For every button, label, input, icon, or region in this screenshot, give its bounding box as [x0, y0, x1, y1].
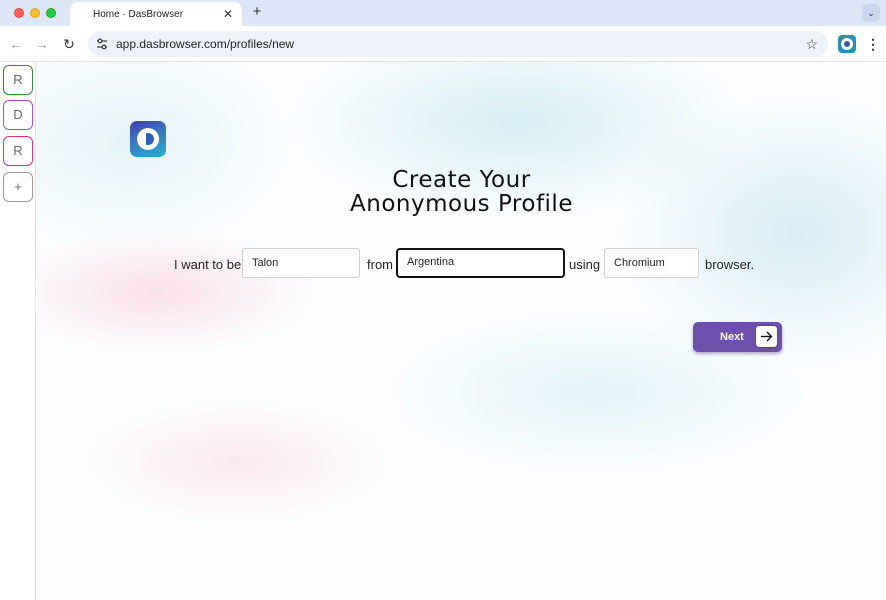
- next-button-label: Next: [720, 331, 744, 343]
- browser-menu-button[interactable]: ⋮: [866, 34, 880, 54]
- minimize-window-button[interactable]: [30, 8, 40, 18]
- country-input[interactable]: Argentina: [396, 248, 565, 278]
- tab-title: Home · DasBrowser: [93, 8, 184, 20]
- main-content: Create Your Anonymous Profile I want to …: [37, 62, 886, 600]
- name-input[interactable]: Talon: [242, 248, 360, 278]
- sentence-suffix: browser.: [705, 257, 755, 272]
- url-text: app.dasbrowser.com/profiles/new: [116, 37, 295, 51]
- from-label: from: [367, 257, 393, 272]
- address-bar[interactable]: app.dasbrowser.com/profiles/new ☆: [88, 31, 828, 57]
- sentence-prefix: I want to be: [174, 257, 242, 272]
- profile-sidebar: R D R +: [0, 62, 36, 600]
- page-title-line-1: Create Your: [392, 167, 531, 193]
- using-label: using: [569, 257, 601, 272]
- profile-button-r-pink[interactable]: R: [3, 136, 33, 166]
- page-title-line-2: Anonymous Profile: [350, 191, 573, 217]
- close-tab-icon[interactable]: ✕: [220, 6, 236, 22]
- site-settings-icon[interactable]: [95, 37, 109, 51]
- profile-button-d[interactable]: D: [3, 100, 33, 130]
- bookmark-star-icon[interactable]: ☆: [805, 34, 818, 54]
- browser-toolbar: ← → ↻ app.dasbrowser.com/profiles/new ☆ …: [0, 26, 886, 62]
- tab-search-button[interactable]: ⌄: [862, 4, 880, 22]
- next-button[interactable]: Next: [693, 322, 782, 352]
- dasbrowser-logo-icon: [130, 121, 166, 157]
- forward-button[interactable]: →: [32, 34, 52, 54]
- arrow-right-icon: [755, 325, 778, 348]
- back-button[interactable]: ←: [6, 34, 26, 54]
- profile-button-r-green[interactable]: R: [3, 65, 33, 95]
- reload-button[interactable]: ↻: [59, 34, 79, 54]
- new-tab-button[interactable]: +: [249, 4, 265, 20]
- browser-select[interactable]: Chromium: [604, 248, 699, 278]
- dasbrowser-extension-icon[interactable]: [838, 35, 856, 53]
- close-window-button[interactable]: [14, 8, 24, 18]
- zoom-window-button[interactable]: [46, 8, 56, 18]
- tab-strip: Home · DasBrowser ✕ + ⌄: [0, 0, 886, 26]
- tab-home[interactable]: Home · DasBrowser ✕: [70, 2, 242, 26]
- add-profile-button[interactable]: +: [3, 172, 33, 202]
